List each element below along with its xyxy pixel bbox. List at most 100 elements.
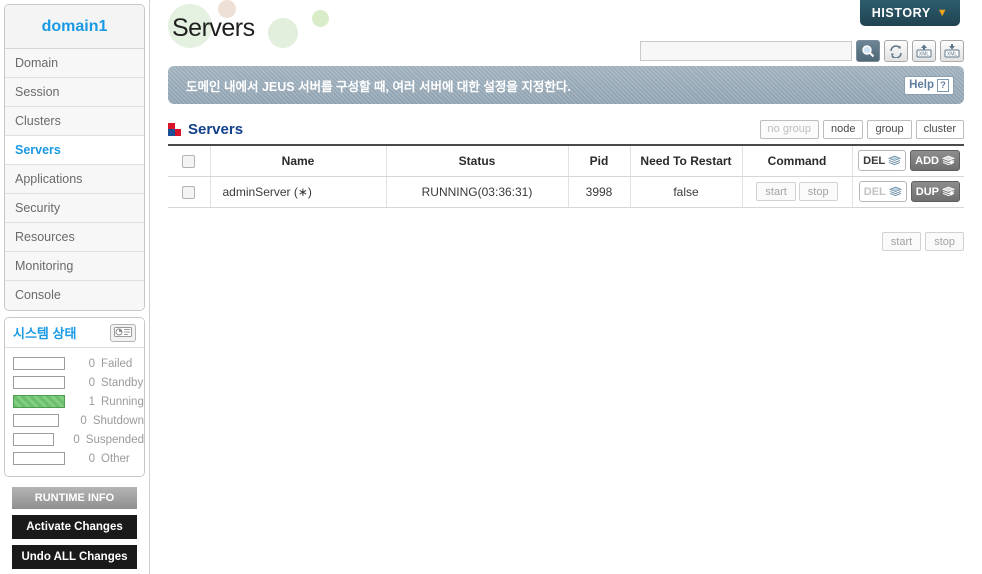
table-body: adminServer (∗) RUNNING(03:36:31) 3998 fals… — [168, 176, 964, 208]
banner-text: 도메인 내에서 JEUS 서버를 구성할 때, 여러 서버에 대한 설정을 지정… — [186, 79, 571, 94]
monitor-chart-icon[interactable] — [110, 323, 136, 342]
status-row-standby: 0 Standby — [5, 373, 144, 392]
search-icon[interactable] — [856, 40, 880, 62]
cell-need-to-restart: false — [629, 176, 742, 208]
column-header-pid: Pid — [567, 145, 630, 177]
status-label: Running — [101, 395, 144, 408]
xml-import-icon[interactable]: XML — [912, 40, 936, 62]
sidebar-item-console[interactable]: Console — [5, 281, 144, 310]
table-row[interactable]: adminServer (∗) RUNNING(03:36:31) 3998 fals… — [168, 176, 964, 208]
servers-table: Name Status Pid Need To Restart Command … — [168, 144, 964, 208]
sidebar: domain1 Domain Session Clusters Servers Appl… — [0, 0, 150, 574]
status-bar-suspended — [13, 433, 55, 446]
group-button-node[interactable]: node — [822, 119, 864, 139]
system-status-header: 시스템 상태 — [5, 318, 144, 348]
history-button[interactable]: HISTORY ▼ — [860, 0, 960, 26]
undo-all-changes-button[interactable]: Undo ALL Changes — [12, 545, 137, 569]
decor-circle-4 — [312, 10, 329, 27]
group-button-cluster[interactable]: cluster — [915, 119, 964, 139]
footer-start-button[interactable]: start — [881, 232, 922, 251]
status-label: Standby — [101, 376, 144, 389]
cell-command: start stop — [741, 176, 852, 208]
cell-actions: DEL DUP — [851, 176, 964, 208]
status-count: 0 — [73, 433, 80, 446]
del-label: DEL — [863, 154, 886, 167]
group-buttons: no group node group cluster — [759, 119, 964, 139]
toolbar: XML XML — [640, 40, 964, 62]
select-all-header — [168, 145, 210, 177]
status-bar-failed — [13, 357, 65, 370]
select-all-checkbox[interactable] — [182, 154, 196, 168]
sidebar-item-domain[interactable]: Domain — [5, 49, 144, 78]
status-row-shutdown: 0 Shutdown — [5, 411, 144, 430]
help-label: Help — [909, 79, 934, 91]
activate-changes-button[interactable]: Activate Changes — [12, 515, 137, 539]
system-status-panel: 시스템 상태 0 Failed 0 Standby 1 Running 0 Shutdown 0… — [4, 317, 145, 477]
start-button[interactable]: start — [756, 182, 796, 201]
status-count: 0 — [88, 357, 95, 370]
add-label: ADD — [915, 154, 939, 167]
status-bar-standby — [13, 376, 65, 389]
row-select-cell — [168, 176, 210, 208]
dup-button[interactable]: DUP — [910, 181, 960, 202]
domain-title: domain1 — [5, 5, 144, 49]
header-actions-cell: DEL ADD — [851, 145, 964, 177]
search-input[interactable] — [640, 41, 852, 61]
stack-add-icon — [941, 153, 956, 169]
section-header: Servers no group node group cluster — [168, 116, 964, 142]
help-button[interactable]: Help ? — [904, 75, 954, 95]
table-header: Name Status Pid Need To Restart Command … — [168, 145, 964, 177]
cell-pid: 3998 — [567, 176, 630, 208]
sidebar-nav-list: Domain Session Clusters Servers Applications… — [5, 49, 144, 310]
runtime-info-button[interactable]: RUNTIME INFO — [12, 487, 137, 509]
column-header-status: Status — [385, 145, 568, 177]
row-checkbox[interactable] — [182, 185, 196, 199]
cell-name: adminServer (∗) — [209, 176, 386, 208]
sidebar-item-monitoring[interactable]: Monitoring — [5, 252, 144, 281]
status-label: Suspended — [85, 433, 144, 446]
stack-duplicate-icon — [941, 184, 956, 200]
sidebar-item-servers[interactable]: Servers — [5, 136, 144, 165]
refresh-icon[interactable] — [884, 40, 908, 62]
info-banner: 도메인 내에서 JEUS 서버를 구성할 때, 여러 서버에 대한 설정을 지정… — [168, 66, 964, 104]
system-status-rows: 0 Failed 0 Standby 1 Running 0 Shutdown 0 Suspend… — [5, 348, 144, 476]
sidebar-item-clusters[interactable]: Clusters — [5, 107, 144, 136]
sidebar-item-security[interactable]: Security — [5, 194, 144, 223]
del-button[interactable]: DEL — [858, 150, 907, 172]
status-count: 1 — [88, 395, 95, 408]
status-row-other: 0 Other — [5, 449, 144, 468]
history-label: HISTORY — [871, 6, 931, 20]
group-button-no-group: no group — [759, 119, 819, 139]
servers-page: domain1 Domain Session Clusters Servers Appl… — [0, 0, 982, 574]
add-button[interactable]: ADD — [910, 150, 960, 172]
sidebar-actions: RUNTIME INFO Activate Changes Undo ALL C… — [0, 487, 149, 574]
sidebar-item-applications[interactable]: Applications — [5, 165, 144, 194]
group-button-group[interactable]: group — [867, 119, 912, 139]
status-row-failed: 0 Failed — [5, 354, 144, 373]
footer-buttons: start stop — [881, 232, 964, 251]
section-title: Servers — [188, 120, 244, 138]
stop-button[interactable]: stop — [798, 182, 838, 201]
cell-status: RUNNING(03:36:31) — [385, 176, 568, 208]
status-count: 0 — [88, 376, 95, 389]
xml-export-icon[interactable]: XML — [940, 40, 964, 62]
status-label: Other — [101, 452, 130, 465]
footer-stop-button[interactable]: stop — [925, 232, 964, 251]
sidebar-item-resources[interactable]: Resources — [5, 223, 144, 252]
stack-delete-icon — [888, 184, 902, 200]
system-status-title: 시스템 상태 — [13, 326, 77, 341]
dup-label: DUP — [915, 185, 939, 198]
table-header-row: Name Status Pid Need To Restart Command … — [168, 145, 964, 177]
question-mark-icon: ? — [937, 78, 949, 92]
stack-delete-icon — [888, 153, 902, 169]
decor-circle-3 — [268, 18, 298, 48]
del-button[interactable]: DEL — [858, 181, 907, 202]
sidebar-item-session[interactable]: Session — [5, 78, 144, 107]
svg-text:XML: XML — [919, 51, 930, 57]
status-bar-running — [13, 395, 65, 408]
status-bar-shutdown — [13, 414, 60, 427]
column-header-name: Name — [209, 145, 386, 177]
status-count: 0 — [88, 452, 95, 465]
tmax-square-icon — [168, 122, 181, 136]
sidebar-nav-panel: domain1 Domain Session Clusters Servers Appl… — [4, 4, 145, 311]
